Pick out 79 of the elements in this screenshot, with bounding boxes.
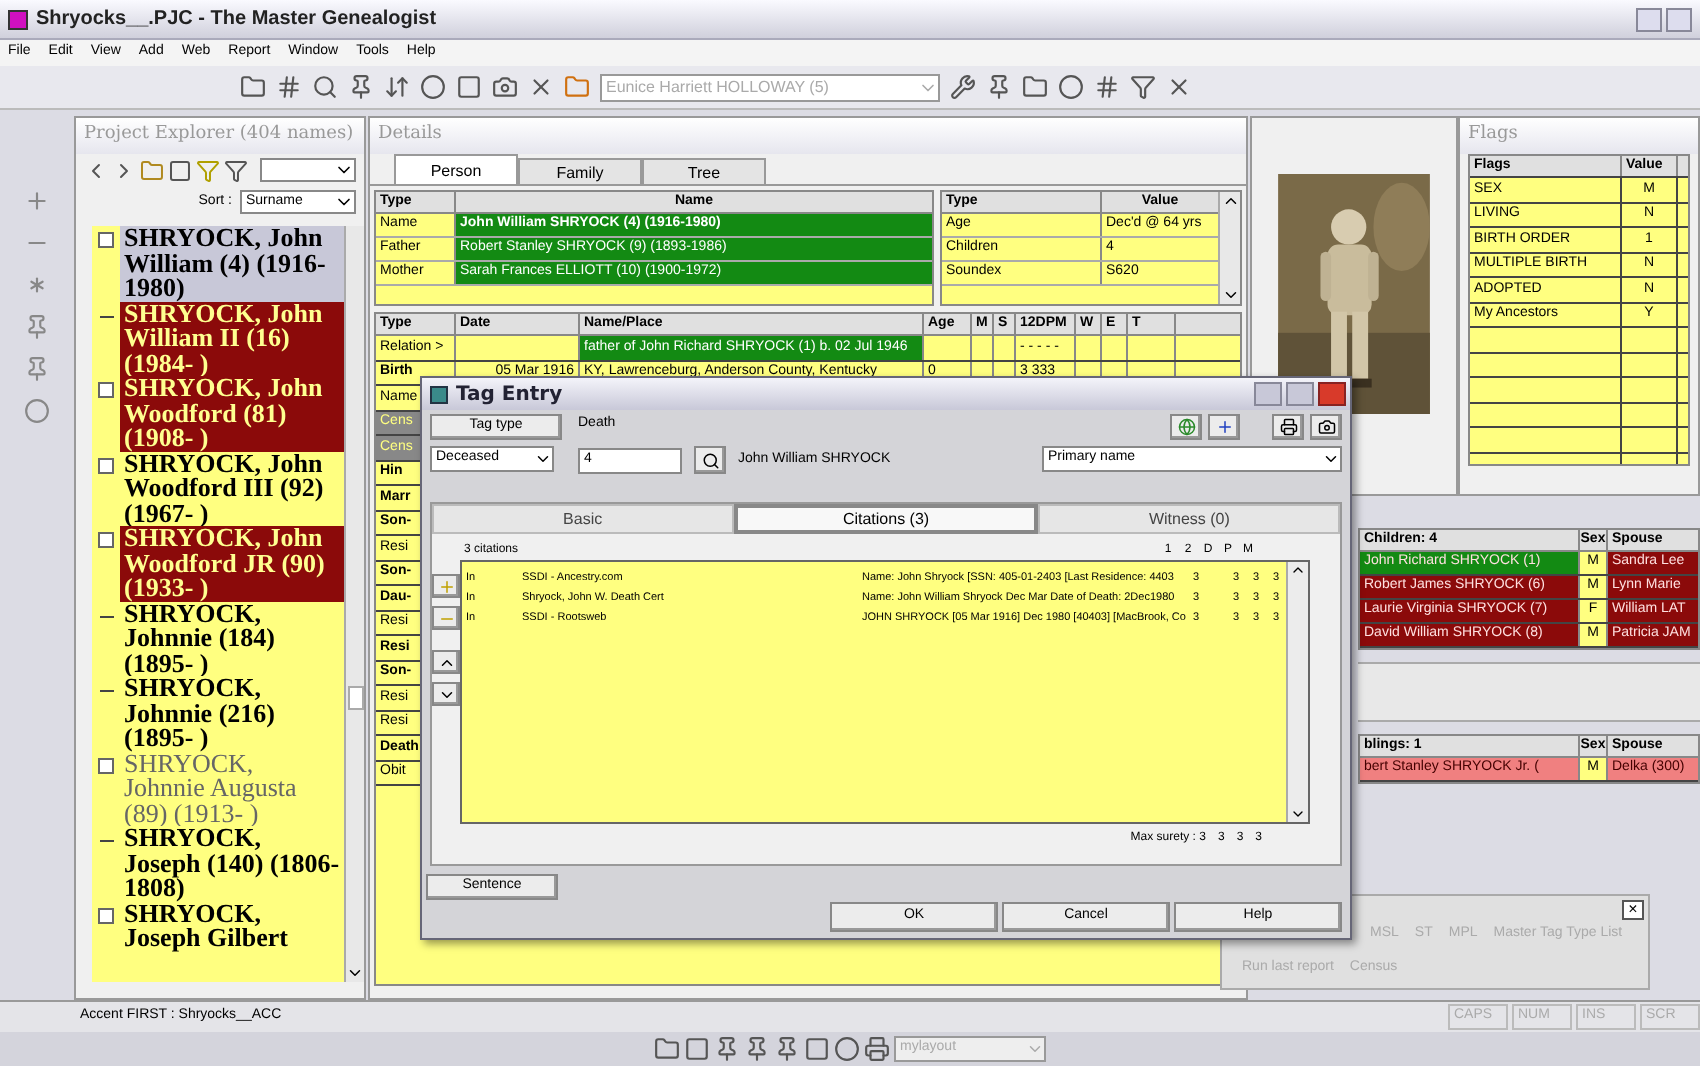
camera-icon[interactable] <box>492 74 518 100</box>
panel-title: Flags <box>1460 118 1698 154</box>
expand-icon[interactable] <box>98 457 114 473</box>
folder-icon[interactable] <box>654 1036 680 1062</box>
expand-icon[interactable] <box>98 907 114 923</box>
page-icon[interactable] <box>167 157 192 183</box>
pin-icon[interactable] <box>774 1036 800 1062</box>
search-button[interactable] <box>694 446 726 474</box>
plus-icon <box>437 577 455 595</box>
remove-button[interactable] <box>432 606 460 630</box>
explorer-item[interactable]: SHRYOCK, Joseph (140) (1806-1808) <box>120 826 344 901</box>
pin-icon[interactable] <box>23 314 49 340</box>
tab[interactable]: Witness (0) <box>1038 504 1341 534</box>
expand-icon[interactable] <box>98 232 114 248</box>
globe-button[interactable] <box>1170 414 1202 440</box>
dialog-title: Tag Entry <box>456 381 563 409</box>
explorer-item[interactable]: SHRYOCK, John Woodford JR (90) (1933- ) <box>120 526 344 601</box>
wrench-icon[interactable] <box>950 74 976 100</box>
filter-dropdown[interactable] <box>259 158 356 182</box>
plus-button[interactable] <box>1208 414 1240 440</box>
sort-icon[interactable] <box>384 74 410 100</box>
square-icon[interactable] <box>456 74 482 100</box>
tab[interactable]: Basic <box>432 504 734 534</box>
explorer-item[interactable]: SHRYOCK, John William (4) (1916-1980) <box>120 226 344 301</box>
folder-icon[interactable] <box>240 74 266 100</box>
move-down-button[interactable] <box>432 682 460 706</box>
camera-button[interactable] <box>1310 414 1342 440</box>
printer-icon[interactable] <box>864 1036 890 1062</box>
square-icon[interactable] <box>684 1036 710 1062</box>
scrollbar[interactable] <box>1218 192 1240 304</box>
circle-icon[interactable] <box>1058 74 1084 100</box>
pin-icon[interactable] <box>23 356 49 382</box>
search-icon <box>701 451 719 469</box>
panel-title: Details <box>370 118 1246 154</box>
cross-icon[interactable] <box>1166 74 1192 100</box>
tab[interactable]: Family <box>518 158 642 184</box>
circle-icon[interactable] <box>23 398 49 424</box>
explorer-item[interactable]: SHRYOCK, John William II (16) (1984- ) <box>120 301 344 376</box>
folder-icon[interactable] <box>564 74 590 100</box>
explorer-item[interactable]: SHRYOCK, John Woodford (81) (1908- ) <box>120 376 344 451</box>
camera-icon <box>1317 418 1335 436</box>
pin-icon[interactable] <box>744 1036 770 1062</box>
folder-icon[interactable] <box>1022 74 1048 100</box>
globe-icon <box>1177 418 1195 436</box>
tab[interactable]: Citations (3) <box>733 504 1039 534</box>
window-icon <box>430 385 448 403</box>
expand-icon[interactable] <box>98 532 114 548</box>
expand-icon[interactable] <box>98 382 114 398</box>
move-up-button[interactable] <box>432 650 460 674</box>
add-button[interactable] <box>432 574 460 598</box>
pin-icon[interactable] <box>714 1036 740 1062</box>
hash-icon[interactable] <box>1094 74 1120 100</box>
printer-icon <box>1279 418 1297 436</box>
tab[interactable]: Tree <box>642 158 766 184</box>
plus-icon[interactable] <box>23 188 49 214</box>
panel-title: Project Explorer (404 names) <box>76 118 364 154</box>
scrollbar[interactable] <box>344 226 364 982</box>
pin-icon[interactable] <box>986 74 1012 100</box>
scrollbar[interactable] <box>1286 562 1308 822</box>
print-button[interactable] <box>1272 414 1304 440</box>
circle-icon[interactable] <box>834 1036 860 1062</box>
app-icon <box>8 9 28 29</box>
scrollbar-thumb[interactable] <box>347 686 363 710</box>
filter-icon[interactable] <box>1130 74 1156 100</box>
square-icon[interactable] <box>804 1036 830 1062</box>
tab[interactable]: Person <box>394 154 518 184</box>
cross-icon[interactable] <box>528 74 554 100</box>
folder-icon[interactable] <box>139 157 164 183</box>
search-icon[interactable] <box>312 74 338 100</box>
window-title: Shryocks__.PJC - The Master Genealogist <box>36 6 437 34</box>
expand-icon[interactable] <box>98 757 114 773</box>
filter-icon[interactable] <box>223 157 248 183</box>
circle-icon[interactable] <box>420 74 446 100</box>
pin-icon[interactable] <box>348 74 374 100</box>
plus-icon <box>1215 418 1233 436</box>
minimize-button[interactable] <box>1636 7 1662 31</box>
hash-icon[interactable] <box>276 74 302 100</box>
close-button[interactable]: × <box>1622 900 1644 920</box>
restore-button[interactable] <box>1666 7 1692 31</box>
